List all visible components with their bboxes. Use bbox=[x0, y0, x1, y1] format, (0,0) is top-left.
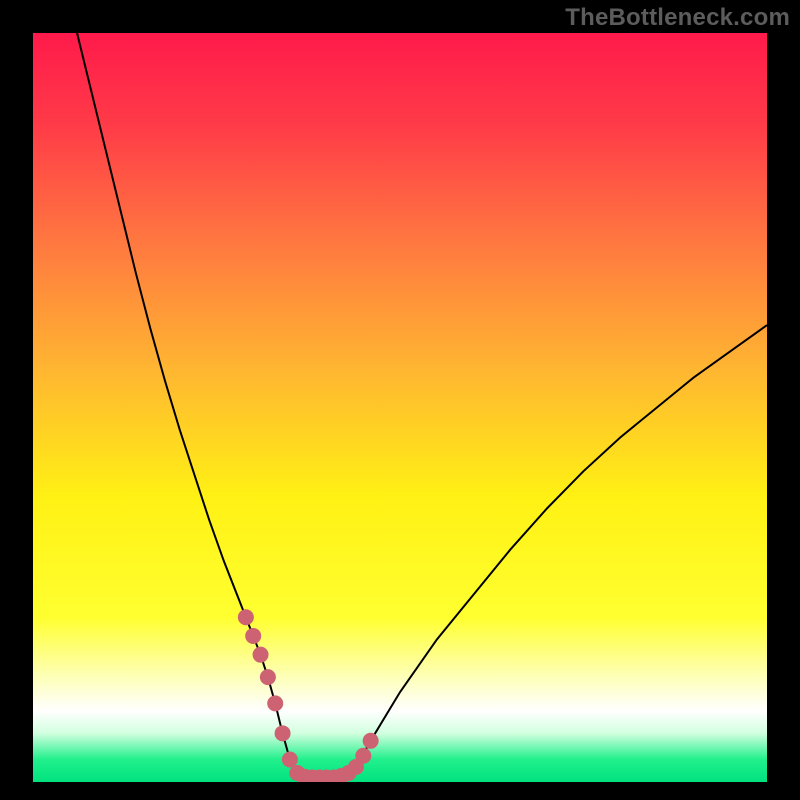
plot-area bbox=[33, 33, 767, 782]
marker-point bbox=[363, 733, 379, 749]
marker-point bbox=[267, 695, 283, 711]
outer-frame: TheBottleneck.com bbox=[0, 0, 800, 800]
marker-point bbox=[260, 669, 276, 685]
marker-point bbox=[355, 748, 371, 764]
marker-point bbox=[275, 725, 291, 741]
bottleneck-chart bbox=[33, 33, 767, 782]
marker-point bbox=[245, 628, 261, 644]
marker-point bbox=[238, 609, 254, 625]
marker-point bbox=[253, 647, 269, 663]
marker-point bbox=[282, 752, 298, 768]
watermark-text: TheBottleneck.com bbox=[565, 4, 790, 32]
